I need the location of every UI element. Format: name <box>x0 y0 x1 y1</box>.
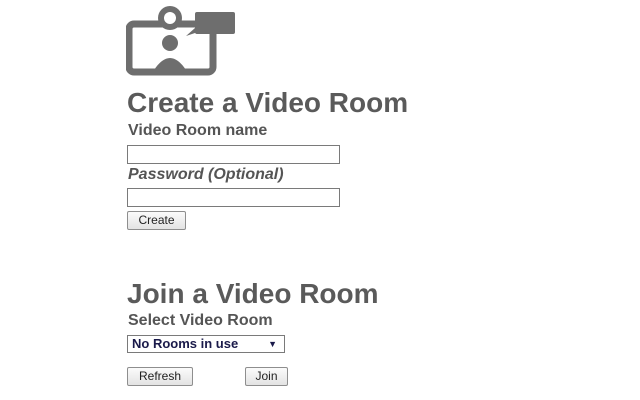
dropdown-arrow-icon: ▼ <box>268 339 277 349</box>
refresh-button[interactable]: Refresh <box>127 367 193 386</box>
video-room-logo-icon <box>126 6 235 76</box>
join-room-heading: Join a Video Room <box>127 278 379 309</box>
create-room-heading: Create a Video Room <box>127 87 409 118</box>
room-select[interactable]: No Rooms in use ▼ <box>127 335 285 353</box>
password-label: Password (Optional) <box>128 166 284 183</box>
video-room-page: Create a Video Room Video Room name Pass… <box>0 0 640 400</box>
join-button[interactable]: Join <box>245 367 288 386</box>
room-select-value: No Rooms in use <box>132 336 239 351</box>
room-name-label: Video Room name <box>128 122 268 139</box>
room-name-input[interactable] <box>127 145 340 164</box>
create-button[interactable]: Create <box>127 211 186 230</box>
select-room-label: Select Video Room <box>128 312 273 329</box>
password-input[interactable] <box>127 188 340 207</box>
